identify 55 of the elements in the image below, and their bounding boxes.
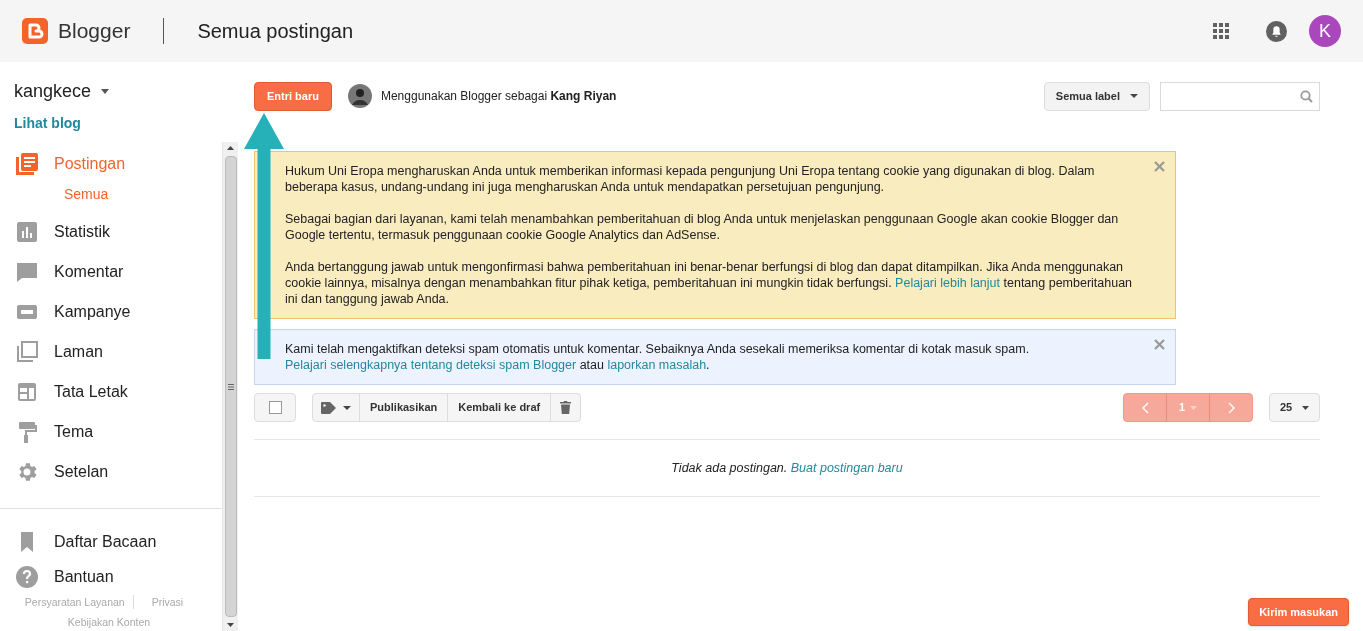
tag-icon [321, 401, 336, 414]
caret-icon[interactable] [101, 89, 110, 94]
logo-icon [22, 18, 48, 44]
nav-item[interactable]: Setelan [54, 460, 109, 484]
caret-icon [1190, 405, 1198, 410]
logo-text: Blogger [58, 18, 131, 45]
blog-selector[interactable]: kangkece [14, 78, 92, 105]
avatar[interactable]: K [1309, 15, 1341, 47]
link[interactable]: Pelajari lebih lanjut [895, 276, 1001, 290]
page-title: Semua postingan [197, 19, 354, 44]
chevron-right-icon [1227, 401, 1235, 414]
help-icon [15, 565, 39, 590]
checkbox[interactable] [268, 401, 282, 414]
per-page-dropdown[interactable]: 25 [1269, 393, 1320, 422]
search-field[interactable] [1160, 81, 1320, 111]
search-icon [1300, 89, 1313, 103]
nav-item[interactable]: Laman [54, 340, 103, 364]
close-icon[interactable] [1154, 161, 1165, 172]
empty-message: Tidak ada postingan. Buat postingan baru [671, 459, 903, 477]
bar-chart-icon [15, 220, 39, 244]
scroll-down-icon[interactable] [227, 623, 234, 627]
notice-text: Anda bertanggung jawab untuk mengonfirmasi bahwa pemberitahuan ini benar-benar berfungsi di blog dan dapat ditampilkan. Jika Anda menggunakan cookie lainnya, misalnya dengan menambahkan fitur pihak ketiga, pemberitahuan ini mungkin tidak berfungsi. Pelajari lebih lanjut tentang pemberitahuan ini dan tanggung jawab Anda. [285, 259, 1134, 307]
layout-icon [15, 380, 39, 404]
nav-item[interactable]: Daftar Bacaan [54, 530, 157, 555]
bell-icon[interactable] [1266, 20, 1287, 42]
caret-icon [1302, 405, 1310, 410]
account-text: Menggunakan Blogger sebagai Kang Riyan [380, 88, 617, 105]
nav-item[interactable]: Tema [54, 420, 94, 444]
notice-text: Hukum Uni Eropa mengharuskan Anda untuk memberikan informasi kepada pengunjung Uni Eropa tentang cookie yang digunakan di blog. Dalam beberapa kasus, undang-undang ini juga mengharuskan Anda untuk mendapatkan persetujuan pengunjung. [285, 163, 1096, 195]
comment-icon [15, 260, 39, 284]
select-all-button[interactable] [254, 393, 296, 422]
chevron-left-icon [1141, 401, 1149, 414]
nav-item[interactable]: Komentar [54, 260, 124, 284]
link[interactable]: Pelajari selengkapnya tentang deteksi spam Blogger [285, 358, 577, 372]
apps-grid-icon[interactable] [1212, 22, 1230, 40]
nav-item[interactable]: Kampanye [54, 300, 131, 324]
scroll-up-icon[interactable] [227, 146, 234, 150]
close-icon[interactable] [1154, 339, 1165, 350]
nav-item[interactable]: Statistik [54, 220, 110, 244]
pages-icon [15, 340, 39, 364]
label-filter-dropdown[interactable]: Semua label [1043, 81, 1150, 111]
view-blog-link[interactable]: Lihat blog [14, 113, 238, 134]
nav-item[interactable]: Tata Letak [54, 380, 128, 404]
notice-text: Sebagai bagian dari layanan, kami telah menambahkan pemberitahuan di blog Anda untuk menjelaskan penggunaan Google akan cookie Blogger dan Google tertentu, termasuk penggunaan cookie Google Analytics dan AdSense. [285, 211, 1120, 243]
create-post-link[interactable]: Buat postingan baru [790, 460, 903, 475]
caret-icon [1130, 94, 1138, 98]
scrollbar[interactable] [222, 142, 238, 631]
action-button[interactable]: Publikasikan [360, 394, 449, 421]
notice-text: Kami telah mengaktifkan deteksi spam otomatis untuk komentar. Sebaiknya Anda sesekali memeriksa komentar di kotak masuk spam. Pelajari selengkapnya tentang deteksi spam Blogger atau laporkan masalah. [285, 341, 1031, 373]
posts-icon [15, 152, 39, 176]
caret-icon [343, 405, 351, 410]
nav-item[interactable]: Bantuan [54, 565, 114, 590]
trash-icon [560, 401, 572, 414]
action-button[interactable]: Kembali ke draf [448, 394, 552, 421]
grip-icon [227, 383, 234, 390]
